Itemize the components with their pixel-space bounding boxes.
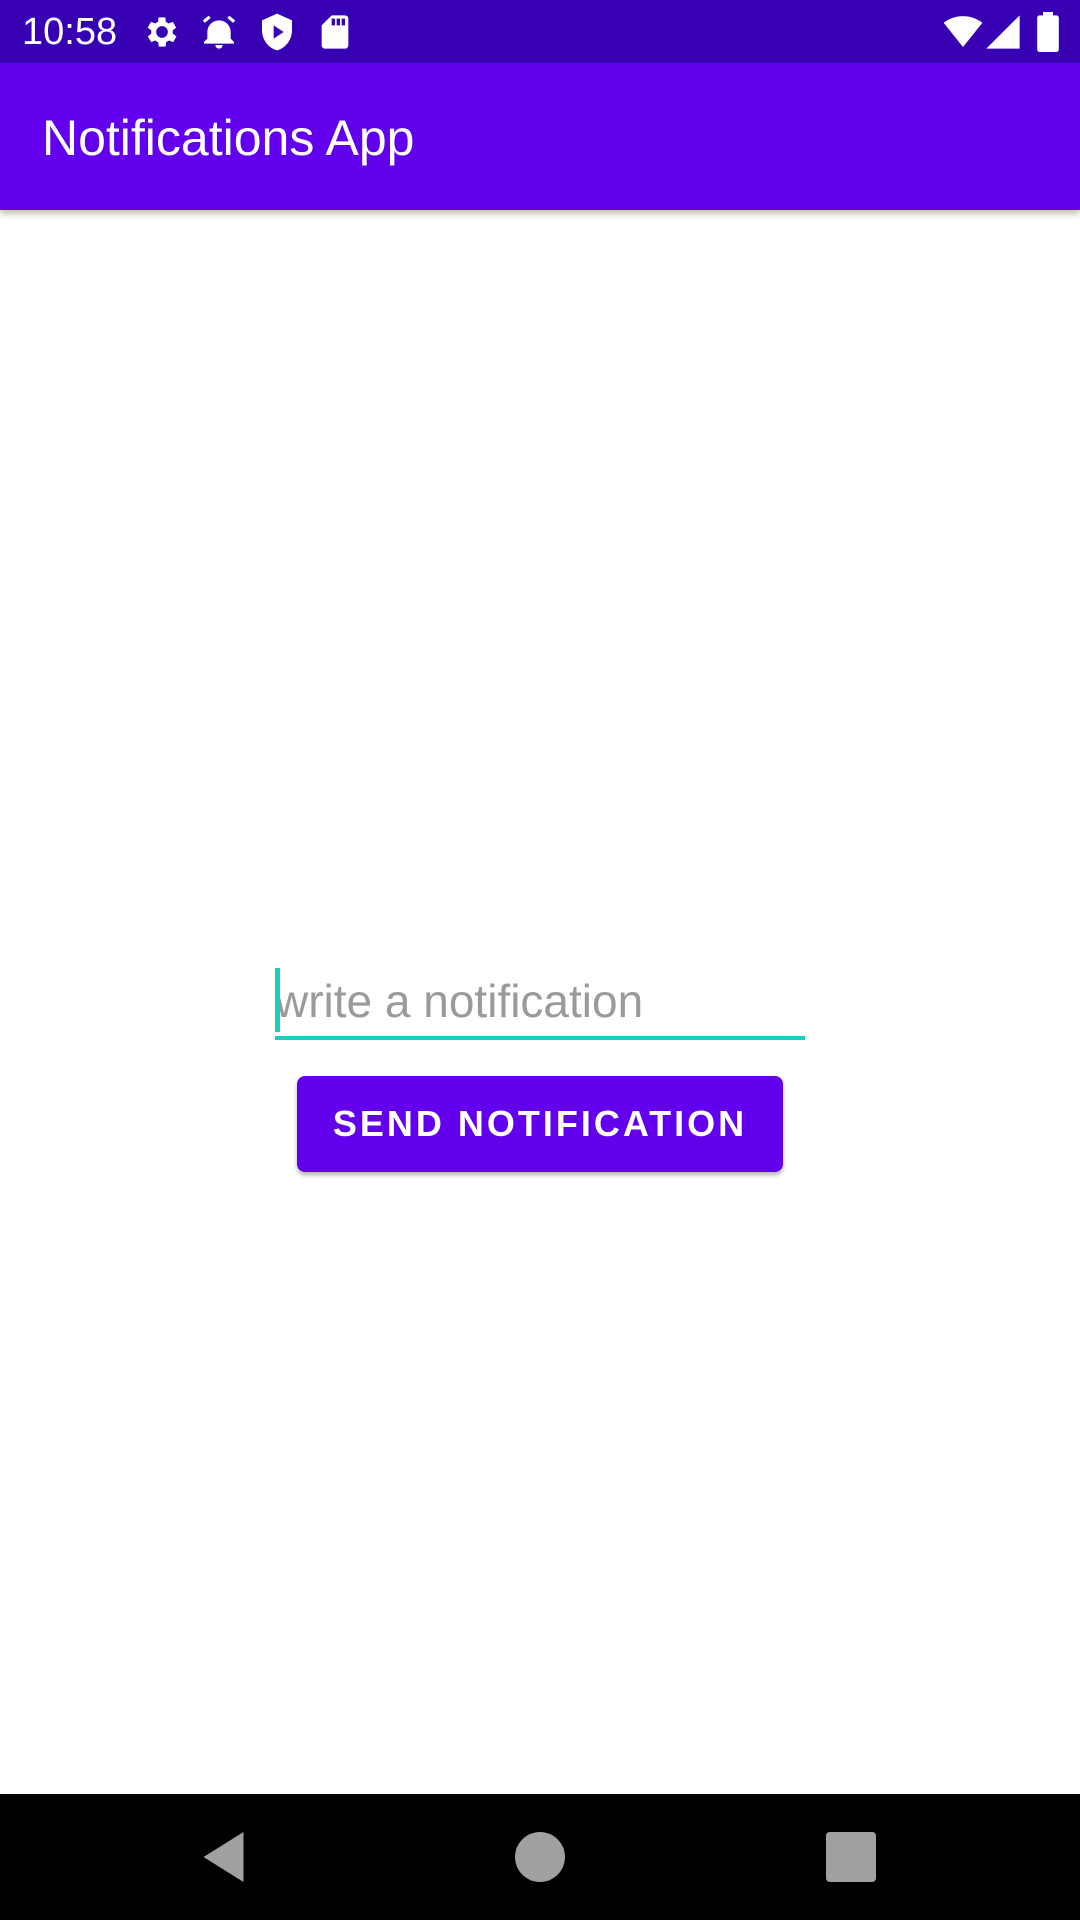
- app-title: Notifications App: [42, 110, 415, 166]
- text-cursor: [275, 968, 280, 1032]
- back-icon[interactable]: [196, 1827, 256, 1887]
- app-bar: Notifications App: [0, 63, 1080, 210]
- sd-card-icon: [315, 12, 355, 52]
- navigation-bar: [0, 1794, 1080, 1920]
- gear-icon: [142, 12, 182, 52]
- screen: 10:58 Notifications App SEND NOTIFICATIO…: [0, 0, 1080, 1920]
- play-protect-icon: [257, 12, 297, 52]
- recents-icon[interactable]: [821, 1827, 881, 1887]
- status-bar: 10:58: [0, 0, 1080, 63]
- alarm-icon: [199, 12, 239, 52]
- wifi-icon: [940, 12, 986, 52]
- notification-input[interactable]: [275, 966, 805, 1040]
- status-time: 10:58: [22, 11, 118, 53]
- signal-icon: [983, 12, 1023, 52]
- home-icon[interactable]: [510, 1827, 570, 1887]
- battery-icon: [1034, 12, 1062, 52]
- send-notification-button[interactable]: SEND NOTIFICATION: [297, 1076, 783, 1172]
